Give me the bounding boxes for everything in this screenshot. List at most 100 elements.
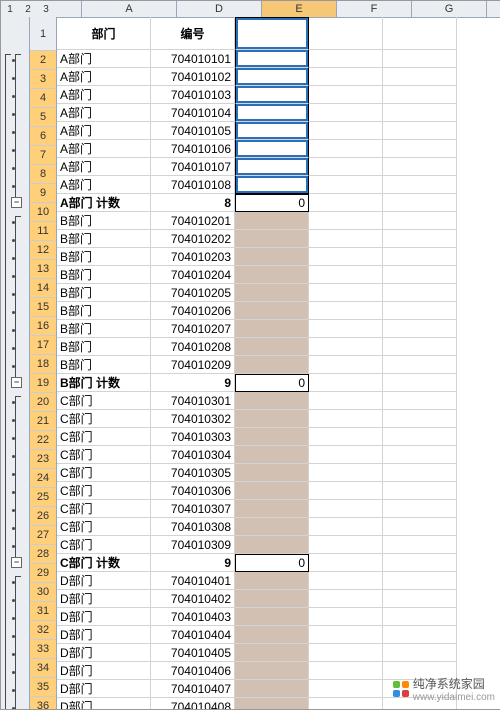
row-header[interactable]: 6 <box>30 127 56 146</box>
cell-e[interactable] <box>235 590 309 608</box>
cell[interactable] <box>309 608 383 626</box>
cell-subtotal-label[interactable]: B部门 计数 <box>57 374 151 392</box>
cell[interactable] <box>309 212 383 230</box>
cell-e[interactable] <box>235 464 309 482</box>
cell-e[interactable] <box>235 212 309 230</box>
cell[interactable] <box>309 50 383 68</box>
column-header-G[interactable]: G <box>412 1 487 17</box>
cell[interactable] <box>383 122 457 140</box>
cell[interactable] <box>309 572 383 590</box>
cell[interactable] <box>309 140 383 158</box>
cell[interactable] <box>309 302 383 320</box>
cell-dept[interactable]: C部门 <box>57 536 151 554</box>
cell-e[interactable] <box>235 266 309 284</box>
cell-code[interactable]: 704010107 <box>151 158 235 176</box>
cell-header-code[interactable]: 编号 <box>151 17 235 50</box>
cell[interactable] <box>383 572 457 590</box>
cell-e[interactable] <box>235 122 309 140</box>
cell[interactable] <box>383 500 457 518</box>
row-header[interactable]: 26 <box>30 507 56 526</box>
cell[interactable] <box>383 266 457 284</box>
row-header[interactable]: 36 <box>30 697 56 710</box>
cell-dept[interactable]: B部门 <box>57 338 151 356</box>
cell[interactable] <box>309 590 383 608</box>
cell-code[interactable]: 704010403 <box>151 608 235 626</box>
cell-code[interactable]: 704010108 <box>151 176 235 194</box>
row-header[interactable]: 12 <box>30 241 56 260</box>
row-header[interactable]: 5 <box>30 108 56 127</box>
cell[interactable] <box>309 410 383 428</box>
cell-e[interactable] <box>235 302 309 320</box>
cell-dept[interactable]: D部门 <box>57 698 151 709</box>
row-header[interactable]: 10 <box>30 203 56 222</box>
cell-e[interactable] <box>235 482 309 500</box>
cell[interactable] <box>383 176 457 194</box>
cell-e[interactable] <box>235 572 309 590</box>
row-header[interactable]: 31 <box>30 602 56 621</box>
row-header[interactable]: 22 <box>30 431 56 450</box>
cell[interactable] <box>383 86 457 104</box>
cell[interactable] <box>383 518 457 536</box>
row-header[interactable]: 20 <box>30 393 56 412</box>
cell-dept[interactable]: C部门 <box>57 446 151 464</box>
row-header[interactable]: 35 <box>30 678 56 697</box>
row-header[interactable]: 21 <box>30 412 56 431</box>
cell-dept[interactable]: C部门 <box>57 500 151 518</box>
cell[interactable] <box>309 644 383 662</box>
cell[interactable] <box>383 158 457 176</box>
cell-dept[interactable]: A部门 <box>57 104 151 122</box>
cell-dept[interactable]: C部门 <box>57 518 151 536</box>
cell-dept[interactable]: A部门 <box>57 68 151 86</box>
cell-code[interactable]: 704010309 <box>151 536 235 554</box>
cell[interactable] <box>309 230 383 248</box>
cell-subtotal-label[interactable]: A部门 计数 <box>57 194 151 212</box>
row-header[interactable]: 17 <box>30 336 56 355</box>
cell[interactable] <box>309 698 383 709</box>
outline-level-3[interactable]: 3 <box>37 4 55 15</box>
cell-e[interactable] <box>235 86 309 104</box>
cell[interactable] <box>309 662 383 680</box>
cell[interactable] <box>383 194 457 212</box>
cell[interactable] <box>309 284 383 302</box>
row-header[interactable]: 30 <box>30 583 56 602</box>
row-header[interactable]: 2 <box>30 51 56 70</box>
cell-dept[interactable]: D部门 <box>57 626 151 644</box>
cell-code[interactable]: 704010201 <box>151 212 235 230</box>
row-header[interactable]: 24 <box>30 469 56 488</box>
cell[interactable] <box>309 680 383 698</box>
cell[interactable] <box>383 50 457 68</box>
cell-subtotal-e[interactable]: 0 <box>235 554 309 572</box>
cell[interactable] <box>309 626 383 644</box>
cell[interactable] <box>309 518 383 536</box>
cell[interactable] <box>309 248 383 266</box>
cell[interactable] <box>383 302 457 320</box>
cell[interactable] <box>383 17 457 50</box>
cell-dept[interactable]: C部门 <box>57 482 151 500</box>
cell-e[interactable] <box>235 680 309 698</box>
cell[interactable] <box>309 86 383 104</box>
active-cell[interactable] <box>235 17 309 50</box>
column-header-F[interactable]: F <box>337 1 412 17</box>
cell-code[interactable]: 704010205 <box>151 284 235 302</box>
cell-dept[interactable]: A部门 <box>57 86 151 104</box>
cell[interactable] <box>383 464 457 482</box>
row-header[interactable]: 28 <box>30 545 56 564</box>
cell-code[interactable]: 704010202 <box>151 230 235 248</box>
cell[interactable] <box>309 482 383 500</box>
cell[interactable] <box>383 644 457 662</box>
outline-collapse-button[interactable]: − <box>11 197 22 208</box>
cell-subtotal-count[interactable]: 8 <box>151 194 235 212</box>
cell-dept[interactable]: B部门 <box>57 302 151 320</box>
cell-code[interactable]: 704010103 <box>151 86 235 104</box>
cell-e[interactable] <box>235 392 309 410</box>
cell[interactable] <box>309 266 383 284</box>
cell-dept[interactable]: B部门 <box>57 284 151 302</box>
row-header[interactable]: 25 <box>30 488 56 507</box>
cell-dept[interactable]: B部门 <box>57 266 151 284</box>
cell-code[interactable]: 704010304 <box>151 446 235 464</box>
select-all-corner[interactable] <box>55 1 82 17</box>
cell[interactable] <box>309 428 383 446</box>
cell-subtotal-count[interactable]: 9 <box>151 374 235 392</box>
cell[interactable] <box>309 356 383 374</box>
cell-code[interactable]: 704010203 <box>151 248 235 266</box>
